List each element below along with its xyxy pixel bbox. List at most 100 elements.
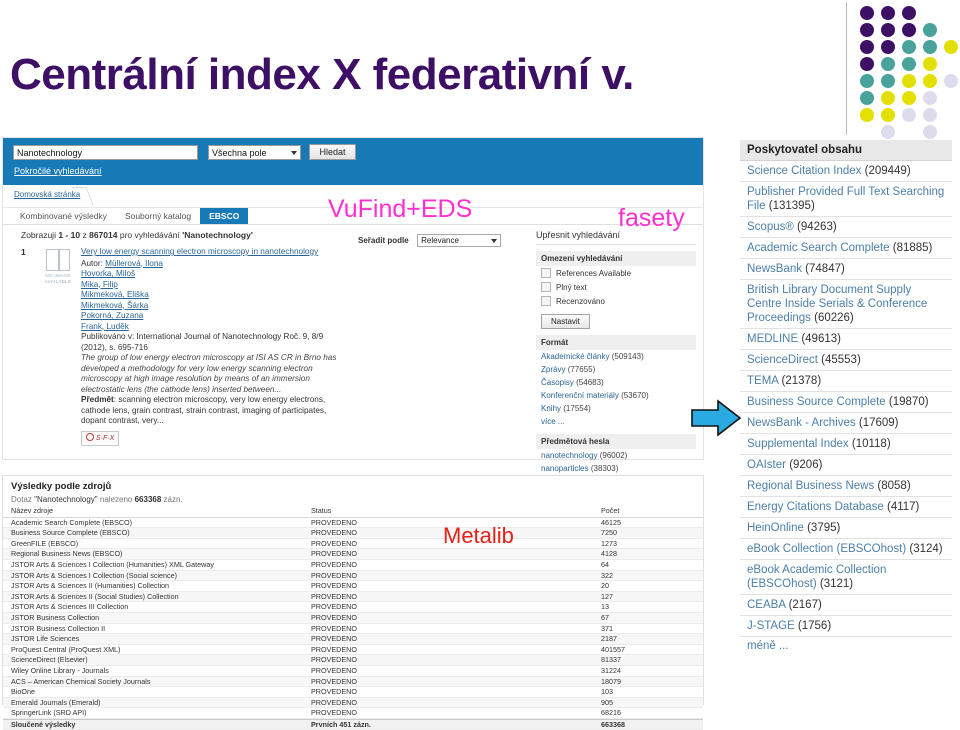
sfx-link-button[interactable]: S·F·X (81, 430, 120, 446)
facet-checkbox-references[interactable]: References Available (536, 266, 696, 280)
decor-dot (860, 6, 874, 20)
provider-item[interactable]: Energy Citations Database (4117) (740, 497, 952, 518)
facet-panel: Upřesnit vyhledávání Omezení vyhledávání… (536, 230, 696, 475)
facet-item[interactable]: Časopisy (54683) (536, 376, 696, 389)
sort-select[interactable]: Relevance (417, 234, 502, 247)
facet-item[interactable]: nanotechnology (96002) (536, 449, 696, 462)
result-thumbnail: NO IMAGE AVAILABLE (35, 247, 81, 446)
provider-item-label: HeinOnline (747, 522, 808, 534)
provider-item-label: Supplemental Index (747, 438, 852, 450)
tab-kombinovane-vysledky[interactable]: Kombinované výsledky (11, 208, 116, 224)
facet-item[interactable]: Akademické články (509143) (536, 350, 696, 363)
provider-item[interactable]: Regional Business News (8058) (740, 476, 952, 497)
cell-status: PROVEDENO (311, 623, 357, 633)
search-scope-select[interactable]: Všechna pole (208, 145, 301, 160)
provider-item-count: (3795) (807, 522, 841, 534)
author-link[interactable]: Frank, Luděk (81, 322, 351, 333)
decor-dot (902, 23, 916, 37)
cell-count: 2187 (601, 634, 617, 644)
provider-item[interactable]: Science Citation Index (209449) (740, 161, 952, 182)
provider-item[interactable]: NewsBank (74847) (740, 259, 952, 280)
author-link[interactable]: Müllerová, Ilona (105, 259, 163, 268)
blue-arrow-icon (688, 397, 744, 439)
facet-item-label: Časopisy (541, 378, 574, 387)
table-row: JSTOR Arts & Sciences II (Humanities) Co… (3, 581, 703, 592)
decor-dot (902, 57, 916, 71)
decor-dot (923, 57, 937, 71)
provider-less-link[interactable]: méně ... (740, 637, 952, 655)
provider-item[interactable]: CEABA (2167) (740, 595, 952, 616)
provider-item-label: eBook Collection (EBSCOhost) (747, 543, 910, 555)
cell-status: PROVEDENO (311, 644, 357, 654)
author-link[interactable]: Pokorná, Zuzana (81, 311, 351, 322)
decor-dot (860, 40, 874, 54)
author-link[interactable]: Mika, Filip (81, 280, 351, 291)
apply-limits-button[interactable]: Nastavit (541, 314, 590, 329)
provider-item-list: Science Citation Index (209449) Publisher… (740, 161, 952, 637)
author-link[interactable]: Hovorka, Miloš (81, 269, 351, 280)
cell-count: 46125 (601, 517, 621, 527)
facet-more-link[interactable]: více ... (536, 415, 696, 428)
provider-item-label: ScienceDirect (747, 354, 822, 366)
provider-item[interactable]: eBook Collection (EBSCOhost) (3124) (740, 539, 952, 560)
cell-source: GreenFILE (EBSCO) (11, 538, 79, 548)
advanced-search-link[interactable]: Pokročilé vyhledávání (14, 166, 102, 176)
cell-count: 68216 (601, 708, 621, 718)
no-image-label: NO IMAGE AVAILABLE (44, 273, 72, 284)
provider-item-count: (4117) (887, 501, 920, 513)
subject-values: : scanning electron microscopy, very low… (81, 395, 327, 425)
facet-checkbox-fulltext[interactable]: Plný text (536, 280, 696, 294)
breadcrumb-home-link[interactable]: Domovská stránka (14, 190, 80, 199)
provider-item[interactable]: ScienceDirect (45553) (740, 350, 952, 371)
provider-item-count: (10118) (851, 438, 891, 450)
facet-group-header: Formát (536, 335, 696, 350)
table-row: ScienceDirect (Elsevier) PROVEDENO 81337 (3, 655, 703, 666)
search-button[interactable]: Hledat (309, 144, 356, 160)
cell-count: 103 (601, 687, 613, 697)
checkbox-icon (541, 268, 551, 278)
cell-source: Wiley Online Library - Journals (11, 665, 109, 675)
provider-item-count: (19870) (888, 396, 929, 408)
provider-item-label: J-STAGE (747, 620, 798, 632)
facet-item[interactable]: Konferenční materiály (53670) (536, 389, 696, 402)
cell-source: SpringerLink (SRD API) (11, 708, 87, 718)
provider-item[interactable]: OAIster (9206) (740, 455, 952, 476)
author-link[interactable]: Mikmeková, Šárka (81, 301, 351, 312)
provider-item[interactable]: Scopus® (94263) (740, 217, 952, 238)
facet-item[interactable]: Knihy (17554) (536, 402, 696, 415)
cell-status: PROVEDENO (311, 708, 357, 718)
facet-checkbox-peerreviewed[interactable]: Recenzováno (536, 294, 696, 308)
provider-item[interactable]: Academic Search Complete (81885) (740, 238, 952, 259)
result-title-link[interactable]: Very low energy scanning electron micros… (81, 247, 351, 258)
tab-souborny-katalog[interactable]: Souborný katalog (116, 208, 200, 224)
provider-item-count: (49613) (801, 333, 841, 345)
cell-status: PROVEDENO (311, 665, 357, 675)
provider-item[interactable]: Publisher Provided Full Text Searching F… (740, 182, 952, 217)
provider-item-label: CEABA (747, 599, 789, 611)
provider-item[interactable]: British Library Document Supply Centre I… (740, 280, 952, 329)
provider-item[interactable]: Business Source Complete (19870) (740, 392, 952, 413)
author-link[interactable]: Mikmeková, Eliška (81, 290, 351, 301)
table-row: Business Source Complete (EBSCO) PROVEDEN… (3, 528, 703, 539)
result-tabs: Kombinované výsledky Souborný katalog EB… (11, 208, 249, 224)
provider-item[interactable]: NewsBank - Archives (17609) (740, 413, 952, 434)
table-row: JSTOR Arts & Sciences III Collection PROV… (3, 602, 703, 613)
metalib-subtitle-mid: nalezeno (99, 495, 133, 504)
provider-item[interactable]: J-STAGE (1756) (740, 616, 952, 637)
search-input[interactable]: Nanotechnology (13, 145, 198, 160)
table-row: Emerald Journals (Emerald) PROVEDENO 905 (3, 697, 703, 709)
facet-checkbox-label: Plný text (556, 282, 587, 292)
summary-prefix: Zobrazuji (21, 230, 56, 240)
facet-item[interactable]: nanoparticles (38303) (536, 462, 696, 475)
facet-item[interactable]: Zprávy (77655) (536, 363, 696, 376)
facet-item-count: (509143) (611, 352, 644, 361)
cell-status: PROVEDENO (311, 570, 357, 580)
provider-item[interactable]: MEDLINE (49613) (740, 329, 952, 350)
tab-ebsco[interactable]: EBSCO (200, 208, 249, 224)
provider-item[interactable]: TEMA (21378) (740, 371, 952, 392)
table-row: Regional Business News (EBSCO) PROVEDENO 4… (3, 549, 703, 560)
provider-item[interactable]: Supplemental Index (10118) (740, 434, 952, 455)
provider-item[interactable]: eBook Academic Collection (EBSCOhost) (3… (740, 560, 952, 595)
decor-dot (881, 57, 895, 71)
provider-item[interactable]: HeinOnline (3795) (740, 518, 952, 539)
